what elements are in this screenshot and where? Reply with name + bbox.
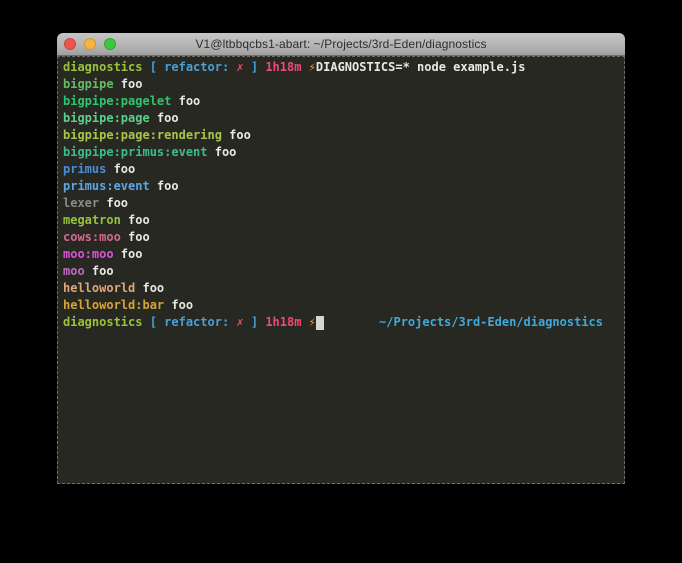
terminal-window: V1@ltbbqcbs1-abart: ~/Projects/3rd-Eden/… <box>57 33 625 484</box>
prompt-bracket: [ refactor: <box>150 60 237 74</box>
debug-message: foo <box>121 230 150 244</box>
line-text: helloworld foo <box>63 280 164 297</box>
prompt-dirty-mark: ✗ <box>236 315 250 329</box>
line-text: diagnostics [ refactor: ✗ ] 1h18m ⚡DIAGN… <box>63 59 525 76</box>
prompt-bolt: ⚡ <box>309 60 316 74</box>
line-text: moo foo <box>63 263 114 280</box>
line-text: bigpipe:page:rendering foo <box>63 127 251 144</box>
terminal-line: megatron foo <box>63 212 619 229</box>
prompt-elapsed: 1h18m <box>265 60 308 74</box>
line-text: megatron foo <box>63 212 150 229</box>
debug-message: foo <box>121 213 150 227</box>
line-text: diagnostics [ refactor: ✗ ] 1h18m ⚡ <box>63 314 316 331</box>
prompt-bracket: ] <box>251 60 265 74</box>
terminal-line: bigpipe:pagelet foo <box>63 93 619 110</box>
terminal-line: bigpipe:page foo <box>63 110 619 127</box>
line-text: bigpipe:page foo <box>63 110 179 127</box>
terminal-line: bigpipe foo <box>63 76 619 93</box>
line-text: moo:moo foo <box>63 246 142 263</box>
terminal-cursor <box>316 316 324 330</box>
debug-message: foo <box>150 111 179 125</box>
line-text: helloworld:bar foo <box>63 297 193 314</box>
prompt-elapsed: 1h18m <box>265 315 308 329</box>
terminal-line: primus foo <box>63 161 619 178</box>
terminal-line: diagnostics [ refactor: ✗ ] 1h18m ⚡ ~/Pro… <box>63 314 619 331</box>
debug-message: foo <box>99 196 128 210</box>
terminal-line: moo:moo foo <box>63 246 619 263</box>
debug-message: foo <box>85 264 114 278</box>
prompt-bolt: ⚡ <box>309 315 316 329</box>
prompt-bracket: [ refactor: <box>150 315 237 329</box>
line-text: primus foo <box>63 161 135 178</box>
terminal-line: diagnostics [ refactor: ✗ ] 1h18m ⚡DIAGN… <box>63 59 619 76</box>
line-text: bigpipe:primus:event foo <box>63 144 236 161</box>
debug-namespace: helloworld:bar <box>63 298 164 312</box>
debug-namespace: bigpipe:page <box>63 111 150 125</box>
prompt-bracket: ] <box>251 315 265 329</box>
debug-namespace: bigpipe <box>63 77 114 91</box>
debug-namespace: helloworld <box>63 281 135 295</box>
terminal-line: bigpipe:page:rendering foo <box>63 127 619 144</box>
debug-namespace: cows:moo <box>63 230 121 244</box>
terminal-line: helloworld foo <box>63 280 619 297</box>
line-text: bigpipe:pagelet foo <box>63 93 200 110</box>
line-text: lexer foo <box>63 195 128 212</box>
prompt-branch: diagnostics <box>63 315 150 329</box>
terminal-output[interactable]: diagnostics [ refactor: ✗ ] 1h18m ⚡DIAGN… <box>57 56 625 484</box>
command-text: DIAGNOSTICS=* node example.js <box>316 60 526 74</box>
title-bar[interactable]: V1@ltbbqcbs1-abart: ~/Projects/3rd-Eden/… <box>57 33 625 56</box>
terminal-line: cows:moo foo <box>63 229 619 246</box>
debug-message: foo <box>222 128 251 142</box>
terminal-line: bigpipe:primus:event foo <box>63 144 619 161</box>
debug-namespace: bigpipe:primus:event <box>63 145 208 159</box>
line-text: bigpipe foo <box>63 76 142 93</box>
debug-message: foo <box>208 145 237 159</box>
window-title: V1@ltbbqcbs1-abart: ~/Projects/3rd-Eden/… <box>57 37 625 51</box>
debug-message: foo <box>106 162 135 176</box>
debug-namespace: bigpipe:pagelet <box>63 94 171 108</box>
line-text: primus:event foo <box>63 178 179 195</box>
terminal-line: moo foo <box>63 263 619 280</box>
debug-namespace: lexer <box>63 196 99 210</box>
prompt-dirty-mark: ✗ <box>236 60 250 74</box>
debug-namespace: primus:event <box>63 179 150 193</box>
debug-namespace: primus <box>63 162 106 176</box>
terminal-line: lexer foo <box>63 195 619 212</box>
terminal-line: helloworld:bar foo <box>63 297 619 314</box>
debug-message: foo <box>150 179 179 193</box>
debug-namespace: megatron <box>63 213 121 227</box>
debug-message: foo <box>114 77 143 91</box>
debug-namespace: bigpipe:page:rendering <box>63 128 222 142</box>
debug-message: foo <box>114 247 143 261</box>
right-prompt-path: ~/Projects/3rd-Eden/diagnostics <box>379 314 603 331</box>
debug-message: foo <box>171 94 200 108</box>
terminal-line: primus:event foo <box>63 178 619 195</box>
debug-message: foo <box>164 298 193 312</box>
debug-namespace: moo <box>63 264 85 278</box>
prompt-branch: diagnostics <box>63 60 150 74</box>
line-text: cows:moo foo <box>63 229 150 246</box>
desktop-background: V1@ltbbqcbs1-abart: ~/Projects/3rd-Eden/… <box>0 0 682 563</box>
debug-namespace: moo:moo <box>63 247 114 261</box>
debug-message: foo <box>135 281 164 295</box>
